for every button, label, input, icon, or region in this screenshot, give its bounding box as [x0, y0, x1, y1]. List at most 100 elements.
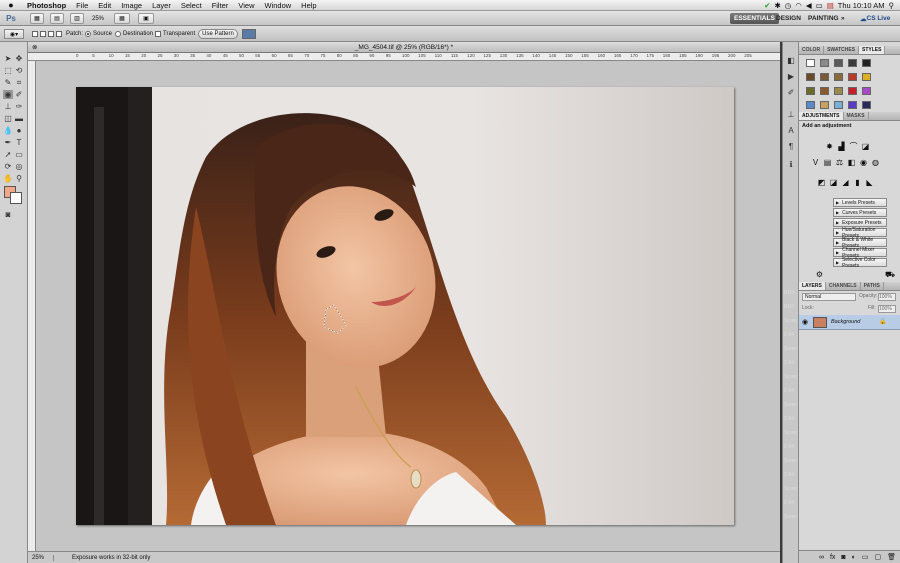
style-swatch[interactable] [848, 101, 857, 109]
tab-color[interactable]: COLOR [799, 46, 825, 54]
style-swatch[interactable] [820, 87, 829, 95]
levels-icon[interactable]: ▟ [837, 142, 846, 151]
style-swatch[interactable] [806, 101, 815, 109]
source-radio[interactable]: Source [85, 29, 112, 39]
quick-mask-icon[interactable]: ◙ [3, 210, 13, 219]
brightness-contrast-icon[interactable]: ✸ [825, 142, 834, 151]
horizontal-ruler[interactable]: 0 5 10 15 20 25 30 35 40 45 50 55 60 65 70 75 80 85 90 95 10… [28, 53, 780, 61]
desktop-file-label[interactable]: 2-04 [784, 332, 794, 338]
mini-bridge-icon[interactable]: ▤ [50, 13, 64, 24]
threshold-icon[interactable]: ◢ [841, 178, 850, 187]
style-swatch[interactable] [862, 101, 871, 109]
delete-layer-icon[interactable]: 🗑 [887, 553, 896, 561]
style-swatch[interactable] [848, 87, 857, 95]
timemachine-icon[interactable]: ◷ [785, 1, 792, 10]
desktop-file-label[interactable]: Scree [784, 346, 797, 352]
status-check-icon[interactable]: ✔ [764, 1, 770, 10]
style-swatch[interactable] [834, 87, 843, 95]
volume-icon[interactable]: ◀ [806, 1, 812, 10]
menu-photoshop[interactable]: Photoshop [22, 1, 71, 10]
preset-levels[interactable]: Levels Presets [833, 198, 887, 207]
dodge-tool-icon[interactable]: ● [14, 126, 24, 135]
fill-field[interactable]: 100% [878, 305, 896, 313]
channel-mixer-icon[interactable]: ◍ [871, 158, 880, 167]
menu-file[interactable]: File [71, 1, 93, 10]
blur-tool-icon[interactable]: 💧 [3, 126, 13, 135]
screen-mode-icon[interactable]: ▣ [138, 13, 154, 24]
lasso-tool-icon[interactable]: ⟲ [14, 66, 24, 75]
layer-visibility-eye-icon[interactable]: ◉ [802, 318, 808, 326]
style-swatch[interactable] [806, 59, 815, 67]
new-selection-icon[interactable] [32, 31, 38, 37]
style-swatch[interactable] [834, 73, 843, 81]
menubar-clock[interactable]: Thu 10:10 AM [838, 1, 885, 10]
spotlight-icon[interactable]: ⚲ [889, 1, 895, 10]
tool-preset-picker[interactable]: ◉▾ [4, 29, 24, 39]
add-mask-icon[interactable]: ◙ [841, 554, 845, 561]
style-swatch[interactable] [806, 87, 815, 95]
new-layer-icon[interactable]: ▢ [874, 553, 881, 561]
desktop-file-label[interactable]: Scree [784, 402, 797, 408]
desktop-file-label[interactable]: 2-04 [784, 500, 794, 506]
style-swatch[interactable] [848, 59, 857, 67]
hand-tool-icon[interactable]: ✋ [3, 174, 13, 183]
path-select-tool-icon[interactable]: ➚ [3, 150, 13, 159]
view-extras-icon[interactable]: ▥ [70, 13, 84, 24]
flag-icon[interactable]: ▤ [827, 1, 834, 10]
desktop-file-label[interactable]: ROJ [784, 290, 794, 296]
tab-paths[interactable]: PATHS [861, 282, 884, 290]
opacity-field[interactable]: 100% [878, 293, 896, 301]
type-tool-icon[interactable]: T [14, 138, 24, 147]
new-group-icon[interactable]: ▭ [862, 553, 869, 561]
intersect-selection-icon[interactable] [56, 31, 62, 37]
menu-help[interactable]: Help [296, 1, 321, 10]
invert-icon[interactable]: ◩ [817, 178, 826, 187]
wifi-icon[interactable]: ◠ [795, 1, 802, 10]
menu-layer[interactable]: Layer [147, 1, 176, 10]
menu-filter[interactable]: Filter [207, 1, 234, 10]
subtract-selection-icon[interactable] [48, 31, 54, 37]
tab-adjustments[interactable]: ADJUSTMENTS [799, 112, 844, 120]
add-selection-icon[interactable] [40, 31, 46, 37]
apple-menu-icon[interactable]: ● [0, 0, 22, 10]
layer-row-background[interactable]: ◉ Background 🔒 [799, 315, 900, 330]
photo-canvas[interactable] [76, 87, 734, 525]
menu-select[interactable]: Select [176, 1, 207, 10]
zoom-level-select[interactable]: 25% [88, 13, 108, 24]
exposure-icon[interactable]: ◪ [861, 142, 870, 151]
menu-window[interactable]: Window [259, 1, 296, 10]
blend-mode-select[interactable]: Normal [802, 293, 856, 301]
shape-tool-icon[interactable]: ▭ [14, 150, 24, 159]
style-swatch[interactable] [862, 87, 871, 95]
layer-name[interactable]: Background [831, 319, 860, 325]
selective-color-icon[interactable]: ◣ [865, 178, 874, 187]
3d-orbit-tool-icon[interactable]: ◎ [14, 162, 24, 171]
new-adjustment-layer-icon[interactable]: ◐ [852, 554, 856, 561]
background-color-swatch[interactable] [10, 192, 22, 204]
style-swatch[interactable] [820, 59, 829, 67]
arrange-docs-icon[interactable]: ▦ [114, 13, 130, 24]
desktop-file-label[interactable]: ROJ [784, 304, 794, 310]
style-swatch[interactable] [862, 73, 871, 81]
crop-tool-icon[interactable]: ⌗ [14, 78, 24, 87]
style-swatch[interactable] [862, 59, 871, 67]
vibrance-icon[interactable]: V [811, 158, 820, 167]
battery-icon[interactable]: ▭ [816, 1, 823, 10]
desktop-file-label[interactable]: 2-04 [784, 444, 794, 450]
preset-curves[interactable]: Curves Presets [833, 208, 887, 217]
eraser-tool-icon[interactable]: ◫ [3, 114, 13, 123]
style-swatch[interactable] [806, 73, 815, 81]
color-balance-icon[interactable]: ⚖ [835, 158, 844, 167]
document-close-icon[interactable]: ⊗ [32, 43, 37, 51]
desktop-file-label[interactable]: 2-04 [784, 472, 794, 478]
quick-select-tool-icon[interactable]: ✎ [3, 78, 13, 87]
transparent-checkbox[interactable]: Transparent [155, 29, 195, 39]
desktop-file-label[interactable]: 2-04 [784, 388, 794, 394]
link-layers-icon[interactable]: ∞ [819, 554, 824, 561]
launch-bridge-icon[interactable]: ▦ [30, 13, 44, 24]
desktop-file-label[interactable]: 2-04 [784, 360, 794, 366]
3d-rotate-tool-icon[interactable]: ⟳ [3, 162, 13, 171]
clone-stamp-tool-icon[interactable]: ⊥ [3, 102, 13, 111]
menu-image[interactable]: Image [116, 1, 147, 10]
menu-edit[interactable]: Edit [93, 1, 116, 10]
